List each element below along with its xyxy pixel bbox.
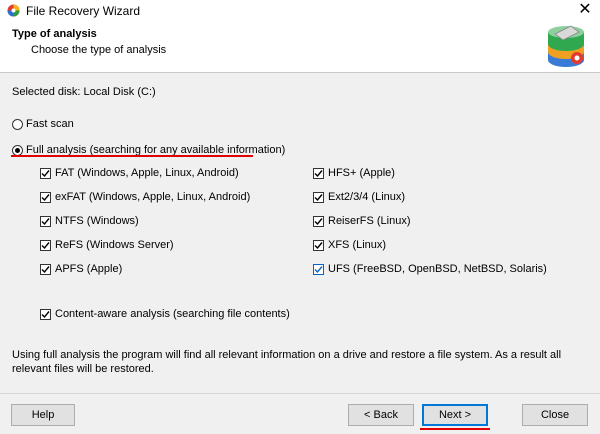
checkmark-icon (41, 218, 50, 226)
fat-label[interactable]: FAT (Windows, Apple, Linux, Android) (55, 167, 239, 179)
fat-checkbox[interactable] (40, 168, 51, 179)
refs-checkbox[interactable] (40, 240, 51, 251)
page-title: Type of analysis (12, 28, 97, 40)
analysis-options-panel: Selected disk: Local Disk (C:) Fast scan… (0, 73, 600, 393)
exfat-checkbox[interactable] (40, 192, 51, 203)
file-recovery-app-icon (7, 4, 20, 17)
ntfs-checkbox[interactable] (40, 216, 51, 227)
wizard-header: Type of analysis Choose the type of anal… (0, 22, 600, 72)
close-icon[interactable]: ✕ (570, 0, 600, 22)
checkmark-icon (41, 242, 50, 250)
close-button[interactable]: Close (522, 404, 588, 426)
exfat-label[interactable]: exFAT (Windows, Apple, Linux, Android) (55, 191, 250, 203)
checkmark-icon (41, 194, 50, 202)
ufs-checkbox[interactable] (313, 264, 324, 275)
ufs-label[interactable]: UFS (FreeBSD, OpenBSD, NetBSD, Solaris) (328, 263, 547, 275)
back-button[interactable]: < Back (348, 404, 414, 426)
fast-scan-radio[interactable] (12, 119, 23, 130)
next-annotation-underline (420, 428, 490, 430)
ext234-checkbox[interactable] (313, 192, 324, 203)
ntfs-label[interactable]: NTFS (Windows) (55, 215, 139, 227)
xfs-label[interactable]: XFS (Linux) (328, 239, 386, 251)
disk-recovery-logo-icon (548, 25, 584, 67)
wizard-footer: Help < Back Next > Close (0, 394, 600, 434)
analysis-description: Using full analysis the program will fin… (12, 349, 562, 375)
reiserfs-label[interactable]: ReiserFS (Linux) (328, 215, 411, 227)
next-button[interactable]: Next > (422, 404, 488, 426)
selected-disk-label: Selected disk: Local Disk (C:) (12, 86, 156, 98)
xfs-checkbox[interactable] (313, 240, 324, 251)
hfsplus-checkbox[interactable] (313, 168, 324, 179)
title-bar: File Recovery Wizard ✕ (0, 0, 600, 22)
checkmark-icon (41, 311, 50, 319)
checkmark-icon (41, 170, 50, 178)
content-aware-checkbox[interactable] (40, 309, 51, 320)
apfs-label[interactable]: APFS (Apple) (55, 263, 122, 275)
reiserfs-checkbox[interactable] (313, 216, 324, 227)
checkmark-icon (314, 218, 323, 226)
fast-scan-label[interactable]: Fast scan (26, 118, 74, 130)
window-title: File Recovery Wizard (26, 4, 141, 18)
page-subtitle: Choose the type of analysis (31, 44, 167, 56)
checkmark-icon (314, 242, 323, 250)
checkmark-icon (314, 194, 323, 202)
checkmark-icon (314, 266, 323, 274)
apfs-checkbox[interactable] (40, 264, 51, 275)
checkmark-icon (41, 266, 50, 274)
ext234-label[interactable]: Ext2/3/4 (Linux) (328, 191, 405, 203)
hfsplus-label[interactable]: HFS+ (Apple) (328, 167, 395, 179)
refs-label[interactable]: ReFS (Windows Server) (55, 239, 174, 251)
help-button[interactable]: Help (11, 404, 75, 426)
content-aware-label[interactable]: Content-aware analysis (searching file c… (55, 308, 290, 320)
checkmark-icon (314, 170, 323, 178)
full-analysis-annotation-underline (11, 155, 253, 157)
